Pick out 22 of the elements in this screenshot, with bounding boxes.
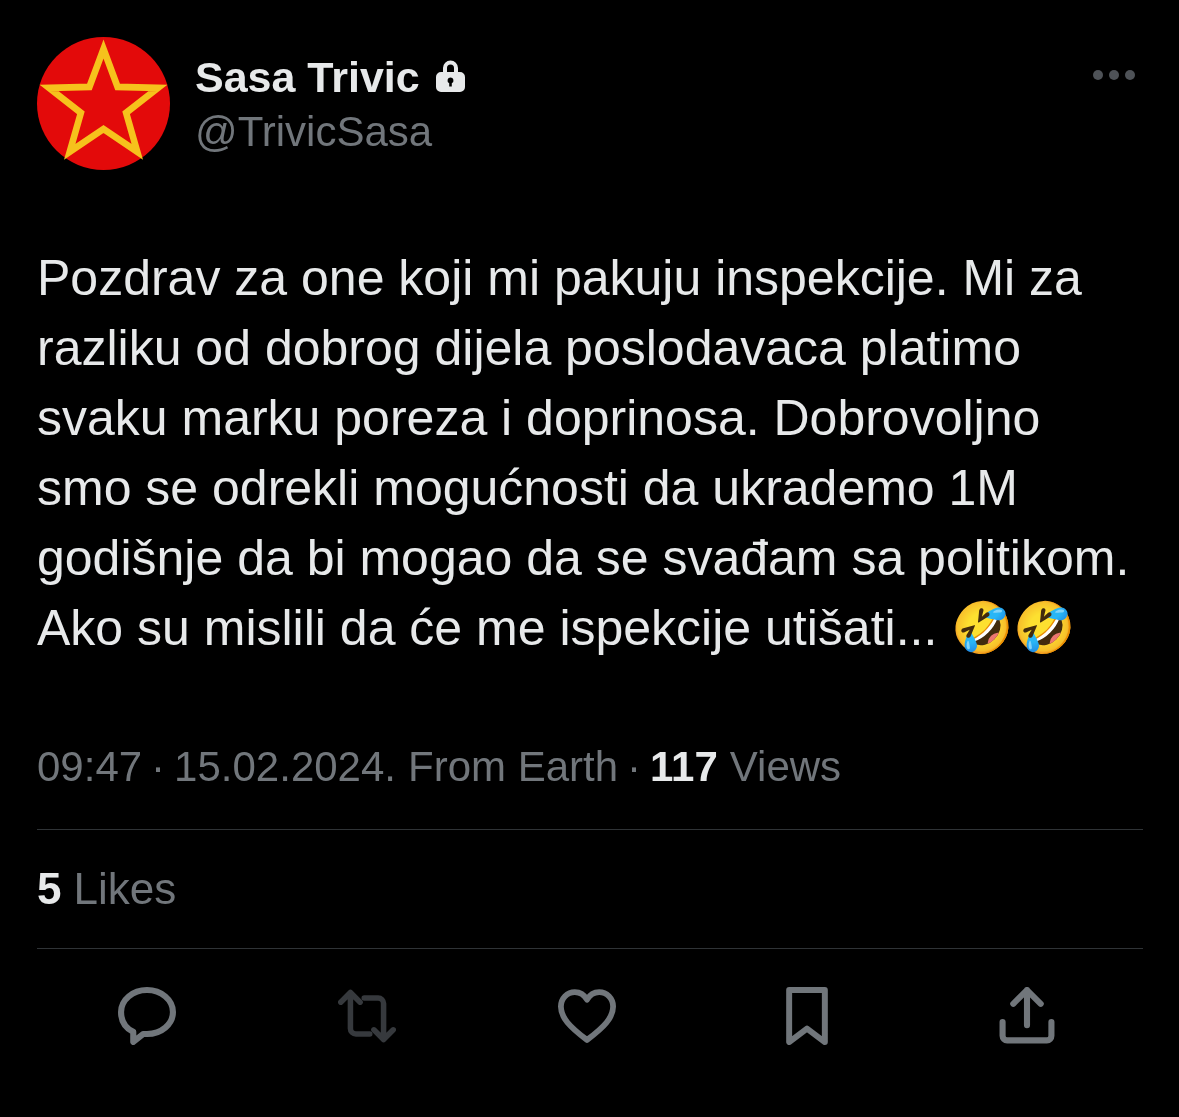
separator-dot: · — [627, 742, 642, 792]
author-handle[interactable]: @TrivicSasa — [195, 107, 433, 157]
reply-icon — [118, 987, 176, 1045]
tweet-text: Pozdrav za one koji mi pakuju inspekcije. Mi za razliku od dobrog dijela poslodavaca platimo svaku marku poreza i doprinosa. Dobrovoljno smo se odrekli mogućnosti da ukrademo 1M godišnje da bi mogao da se svađam sa politikom. Ako su mislili da će me ispekcije utišati... 🤣🤣 — [37, 249, 1131, 658]
more-icon — [1092, 69, 1136, 81]
views-count: 117 — [650, 742, 718, 792]
repost-icon — [338, 987, 396, 1045]
star-avatar-icon[interactable] — [37, 37, 170, 170]
share-icon — [998, 987, 1056, 1045]
author-name[interactable]: Sasa Trivic — [195, 51, 420, 103]
heart-icon — [558, 987, 616, 1045]
likes-count[interactable]: 5 — [37, 864, 62, 914]
more-button[interactable] — [1092, 69, 1136, 81]
share-button[interactable] — [998, 987, 1056, 1045]
like-button[interactable] — [558, 987, 616, 1045]
tweet-time: 09:47 — [37, 742, 143, 792]
reply-button[interactable] — [118, 987, 176, 1045]
source-link[interactable]: From Earth — [408, 742, 619, 792]
views-label: Views — [729, 742, 842, 792]
tweet-date: 15.02.2024. — [174, 742, 396, 792]
likes-label[interactable]: Likes — [73, 864, 177, 914]
separator-dot: · — [151, 742, 166, 792]
